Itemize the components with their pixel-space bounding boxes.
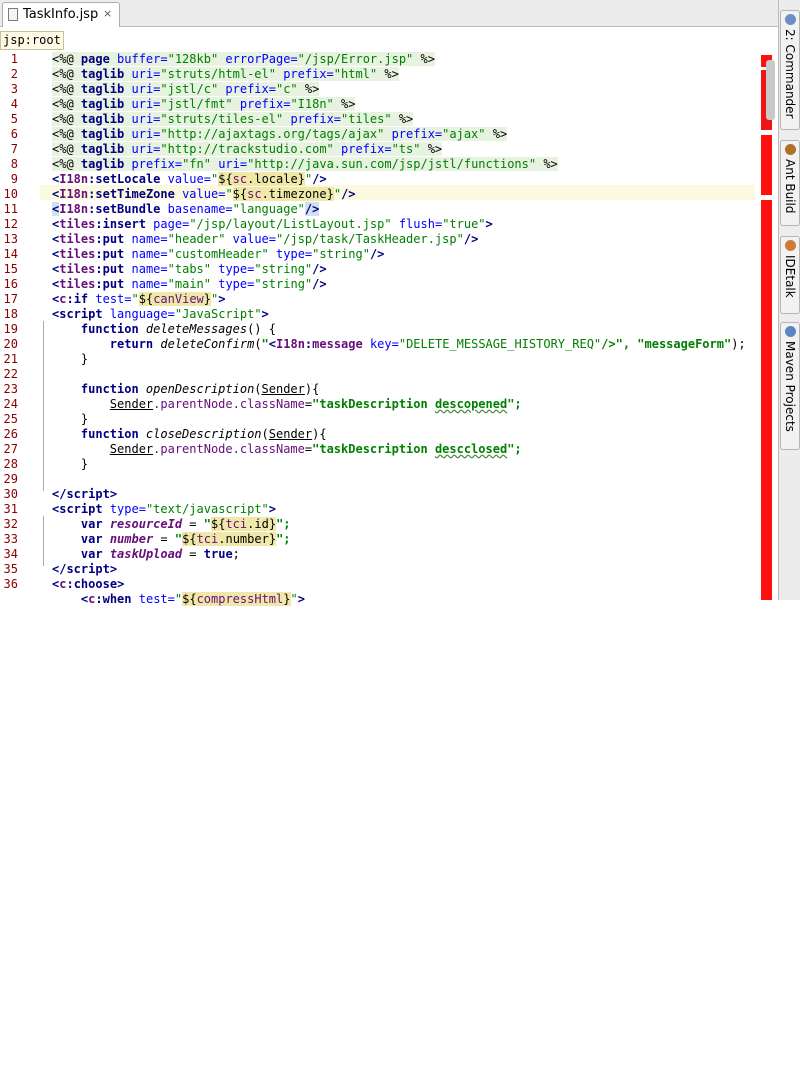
code-line: function deleteMessages() {	[80, 322, 276, 336]
code-line: <%@ taglib uri="struts/html-el" prefix="…	[52, 67, 399, 81]
code-line: </script>	[52, 487, 118, 501]
code-line: <%@ taglib uri="http://ajaxtags.org/tags…	[52, 127, 508, 141]
line-number: 15	[3, 262, 18, 276]
code-line: </script>	[52, 562, 118, 576]
line-number: 10	[3, 187, 18, 201]
right-tool-window-bar: 2: Commander Ant Build IDEtalk Maven Pro…	[778, 0, 800, 600]
line-number: 19	[3, 322, 18, 336]
line-number: 2	[10, 67, 18, 81]
code-line: <c:if test="${canView}">	[52, 292, 226, 306]
line-number: 11	[3, 202, 18, 216]
tool-tab-label: 2: Commander	[783, 29, 797, 119]
fold-guide	[43, 321, 44, 491]
line-number: 6	[10, 127, 18, 141]
code-line: }	[80, 457, 89, 471]
tool-tab-ant-build[interactable]: Ant Build	[780, 140, 800, 226]
tool-tab-idetalk[interactable]: IDEtalk	[780, 236, 800, 314]
code-line: <tiles:put name="tabs" type="string"/>	[52, 262, 327, 276]
line-number: 3	[10, 82, 18, 96]
code-line: <script language="JavaScript">	[52, 307, 269, 321]
code-line: var taskUpload = true;	[80, 547, 240, 561]
code-line: <I18n:setLocale value="${sc.locale}"/>	[52, 172, 327, 186]
line-number: 25	[3, 412, 18, 426]
code-line: }	[80, 352, 89, 366]
code-line: <c:choose>	[52, 577, 125, 591]
tool-tab-label: Maven Projects	[783, 341, 797, 432]
tab-label: TaskInfo.jsp	[23, 7, 99, 22]
error-marker[interactable]	[761, 135, 772, 195]
line-number: 21	[3, 352, 18, 366]
code-line: <I18n:setBundle basename="language"/>	[52, 202, 320, 216]
line-number: 36	[3, 577, 18, 591]
code-line: <script type="text/javascript">	[52, 502, 277, 516]
line-number: 14	[3, 247, 18, 261]
code-line: <%@ taglib uri="struts/tiles-el" prefix=…	[52, 112, 414, 126]
code-line: <tiles:put name="header" value="/jsp/tas…	[52, 232, 479, 246]
code-line: <%@ taglib uri="jstl/c" prefix="c" %>	[52, 82, 320, 96]
line-number: 1	[10, 52, 18, 66]
line-number: 31	[3, 502, 18, 516]
tool-tab-maven-projects[interactable]: Maven Projects	[780, 322, 800, 450]
error-marker[interactable]	[761, 200, 772, 600]
line-number: 22	[3, 367, 18, 381]
line-number: 34	[3, 547, 18, 561]
line-number: 7	[10, 142, 18, 156]
editor-tab-bar: TaskInfo.jsp ×	[0, 0, 778, 27]
code-line: Sender.parentNode.className="taskDescrip…	[109, 442, 522, 456]
breadcrumb[interactable]: jsp:root	[0, 31, 64, 50]
scrollbar-thumb[interactable]	[766, 60, 775, 120]
tool-tab-label: Ant Build	[783, 159, 797, 214]
code-line: <%@ taglib prefix="fn" uri="http://java.…	[52, 157, 558, 171]
tool-tab-commander[interactable]: 2: Commander	[780, 10, 800, 130]
line-number: 4	[10, 97, 18, 111]
line-number: 24	[3, 397, 18, 411]
maven-icon	[785, 326, 796, 337]
jsp-file-icon	[8, 8, 18, 21]
code-line: }	[80, 412, 89, 426]
line-number: 32	[3, 517, 18, 531]
line-number: 23	[3, 382, 18, 396]
line-number: 35	[3, 562, 18, 576]
line-number: 28	[3, 457, 18, 471]
code-line: <%@ taglib uri="jstl/fmt" prefix="I18n" …	[52, 97, 356, 111]
code-line: var number = "${tci.number}";	[80, 532, 291, 546]
line-number: 8	[10, 157, 18, 171]
code-line: <%@ page buffer="128kb" errorPage="/jsp/…	[52, 52, 435, 66]
code-line: var resourceId = "${tci.id}";	[80, 517, 291, 531]
code-line: return deleteConfirm("<I18n:message key=…	[109, 337, 746, 351]
code-line: Sender.parentNode.className="taskDescrip…	[109, 397, 522, 411]
code-editor[interactable]: <%@ page buffer="128kb" errorPage="/jsp/…	[52, 50, 756, 1072]
line-number: 30	[3, 487, 18, 501]
line-number: 29	[3, 472, 18, 486]
line-number: 9	[10, 172, 18, 186]
line-number: 17	[3, 292, 18, 306]
line-number: 12	[3, 217, 18, 231]
code-line: <tiles:insert page="/jsp/layout/ListLayo…	[52, 217, 493, 231]
code-line: <tiles:put name="customHeader" type="str…	[52, 247, 385, 261]
fold-guide	[43, 516, 44, 566]
line-number: 13	[3, 232, 18, 246]
line-number: 16	[3, 277, 18, 291]
tab-taskinfo-jsp[interactable]: TaskInfo.jsp ×	[2, 2, 120, 27]
commander-icon	[785, 14, 796, 25]
line-number: 18	[3, 307, 18, 321]
code-line: <I18n:setTimeZone value="${sc.timezone}"…	[52, 187, 356, 201]
line-number: 5	[10, 112, 18, 126]
line-number-gutter[interactable]: 1 2 3 4 5 6 7 8 9 10 11 12 13 14 15 16 1…	[0, 50, 38, 600]
code-line: <%@ taglib uri="http://trackstudio.com" …	[52, 142, 443, 156]
ant-icon	[785, 144, 796, 155]
line-number: 33	[3, 532, 18, 546]
code-line: function openDescription(Sender){	[80, 382, 320, 396]
idetalk-icon	[785, 240, 796, 251]
tool-tab-label: IDEtalk	[783, 255, 797, 298]
code-line: <tiles:put name="main" type="string"/>	[52, 277, 327, 291]
code-line: function closeDescription(Sender){	[80, 427, 327, 441]
line-number: 20	[3, 337, 18, 351]
line-number: 26	[3, 427, 18, 441]
close-icon[interactable]: ×	[103, 7, 112, 20]
line-number: 27	[3, 442, 18, 456]
